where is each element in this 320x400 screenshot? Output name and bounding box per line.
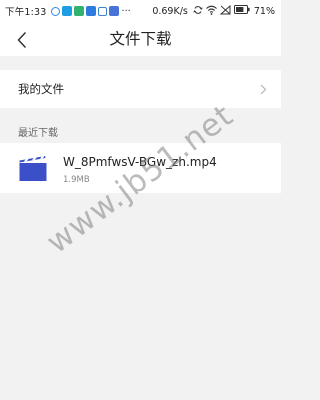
sync-icon [193, 5, 203, 18]
blue-app-icon [85, 6, 96, 16]
download-list-item[interactable]: W_8PmfwsV-BGw_zh.mp4 1.9MB [0, 143, 281, 193]
square-app-icon [97, 6, 107, 16]
network-speed: 0.69K/s [152, 5, 188, 17]
no-sim-icon [219, 4, 231, 18]
wifi-icon [206, 5, 217, 18]
file-size: 1.9MB [63, 175, 90, 185]
video-app-icon [108, 6, 119, 16]
status-time: 下午1:33 [5, 7, 47, 18]
file-name: W_8PmfwsV-BGw_zh.mp4 [63, 155, 217, 169]
recent-downloads-header: 最近下载 [18, 128, 58, 139]
notification-icons: ··· [50, 5, 131, 17]
back-button[interactable] [10, 28, 34, 52]
chevron-right-icon [260, 84, 267, 95]
circle-app-icon [50, 6, 60, 16]
more-notifications-indicator: ··· [121, 5, 131, 17]
my-files-label: 我的文件 [18, 82, 64, 96]
chevron-left-icon [17, 31, 27, 49]
my-files-row[interactable]: 我的文件 [0, 70, 281, 108]
battery-percent: 71% [253, 5, 275, 17]
video-file-icon [19, 154, 47, 182]
page-title: 文件下载 [109, 30, 172, 48]
nav-bar: 文件下载 [0, 22, 281, 56]
battery-icon [233, 5, 250, 17]
status-bar: 下午1:33 ··· 0.69K/s 71% [0, 0, 281, 22]
green-app-icon [73, 6, 84, 16]
shield-app-icon [61, 6, 72, 16]
